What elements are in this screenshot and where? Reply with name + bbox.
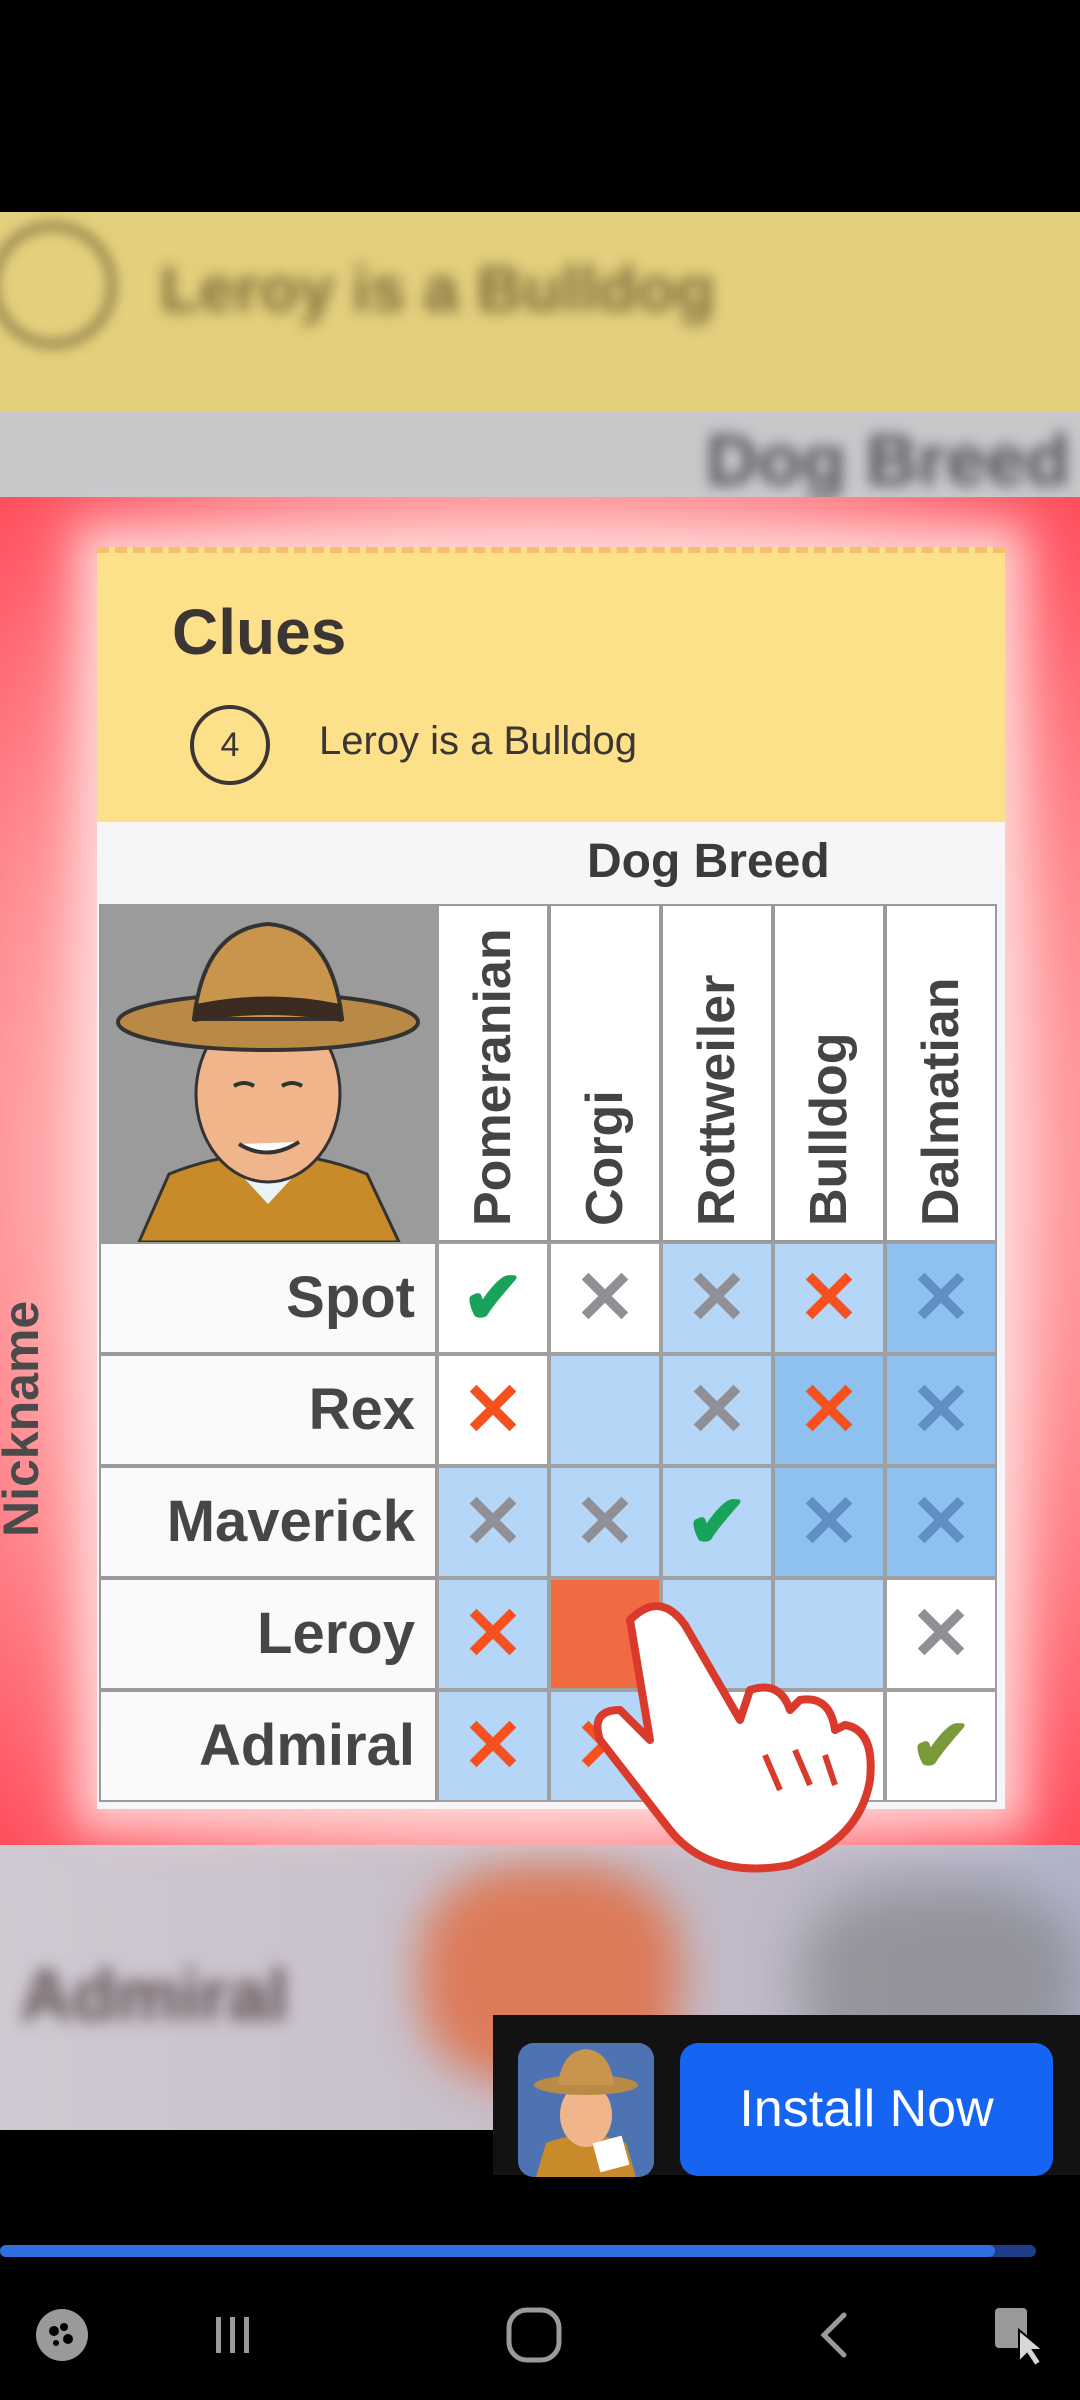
column-label: Bulldog xyxy=(800,1032,858,1226)
pointer-hand-icon xyxy=(590,1580,890,1880)
grid-cell[interactable]: ✕ xyxy=(437,1690,549,1802)
row-group-label: Nickname xyxy=(0,1300,49,1537)
row-header-leroy: Leroy xyxy=(99,1578,437,1690)
grid-cell[interactable]: ✔ xyxy=(661,1466,773,1578)
clues-title: Clues xyxy=(172,596,347,668)
grid-cell[interactable]: ✕ xyxy=(885,1242,997,1354)
column-header-corgi: Corgi xyxy=(549,904,661,1242)
grid-cell[interactable]: ✔ xyxy=(437,1242,549,1354)
clues-panel: Clues 4 Leroy is a Bulldog xyxy=(97,547,1005,822)
grid-cell[interactable]: ✕ xyxy=(773,1466,885,1578)
grid-cell[interactable]: ✕ xyxy=(549,1466,661,1578)
grid-cell[interactable] xyxy=(549,1354,661,1466)
column-label: Corgi xyxy=(576,1090,634,1226)
install-now-button[interactable]: Install Now xyxy=(680,2043,1053,2176)
grid-cell[interactable]: ✕ xyxy=(885,1578,997,1690)
column-header-dalmatian: Dalmatian xyxy=(885,904,997,1242)
row-header-spot: Spot xyxy=(99,1242,437,1354)
grid-cell[interactable]: ✕ xyxy=(885,1354,997,1466)
column-label: Rottweiler xyxy=(688,974,746,1226)
ad-progress-bar xyxy=(0,2245,1036,2257)
grid-cell[interactable]: ✕ xyxy=(885,1466,997,1578)
background-clue-number xyxy=(0,222,116,348)
home-icon[interactable] xyxy=(494,2300,574,2370)
grid-cell[interactable]: ✕ xyxy=(549,1242,661,1354)
background-header-text: Dog Breed xyxy=(705,421,1070,497)
grid-cell[interactable]: ✕ xyxy=(437,1466,549,1578)
back-icon[interactable] xyxy=(796,2300,876,2370)
clue-text: Leroy is a Bulldog xyxy=(319,719,637,763)
game-launcher-icon[interactable] xyxy=(22,2300,102,2370)
background-clue-banner: Leroy is a Bulldog xyxy=(0,212,1080,412)
detective-portrait xyxy=(99,904,437,1242)
accessibility-icon[interactable] xyxy=(976,2300,1056,2370)
grid-cell[interactable]: ✕ xyxy=(773,1242,885,1354)
ad-highlight-frame[interactable]: Clues 4 Leroy is a Bulldog Dog Breed Pom… xyxy=(0,497,1080,1845)
column-label: Dalmatian xyxy=(912,977,970,1226)
background-row-text: Admiral xyxy=(20,1956,289,2036)
column-label: Pomeranian xyxy=(464,928,522,1226)
column-header-pomeranian: Pomeranian xyxy=(437,904,549,1242)
column-group-label: Dog Breed xyxy=(587,835,830,888)
grid-cell[interactable]: ✕ xyxy=(437,1354,549,1466)
column-header-bulldog: Bulldog xyxy=(773,904,885,1242)
row-header-admiral: Admiral xyxy=(99,1690,437,1802)
app-icon[interactable] xyxy=(518,2043,654,2177)
column-header-rottweiler: Rottweiler xyxy=(661,904,773,1242)
background-clue-text: Leroy is a Bulldog xyxy=(160,253,715,325)
grid-cell[interactable]: ✕ xyxy=(773,1354,885,1466)
ad-progress-fill xyxy=(0,2245,995,2257)
grid-cell[interactable]: ✕ xyxy=(661,1354,773,1466)
system-nav-bar xyxy=(0,2270,1080,2400)
grid-cell[interactable]: ✔ xyxy=(885,1690,997,1802)
row-header-maverick: Maverick xyxy=(99,1466,437,1578)
recent-apps-icon[interactable] xyxy=(192,2300,272,2370)
background-header-strip: Dog Breed xyxy=(0,412,1080,497)
grid-cell[interactable]: ✕ xyxy=(661,1242,773,1354)
row-header-rex: Rex xyxy=(99,1354,437,1466)
grid-cell[interactable]: ✕ xyxy=(437,1578,549,1690)
clue-number-badge: 4 xyxy=(190,705,270,785)
